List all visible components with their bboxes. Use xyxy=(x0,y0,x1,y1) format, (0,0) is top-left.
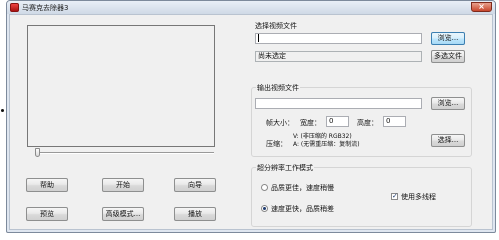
edge-dot xyxy=(1,109,4,112)
height-input[interactable]: 0 xyxy=(383,116,406,127)
compression-audio-codec: A: (无需重压缩：复制流) xyxy=(293,141,360,148)
compression-label: 压缩： xyxy=(266,140,287,148)
input-status-field: 尚未选定 xyxy=(255,51,422,62)
input-video-label: 选择视频文件 xyxy=(255,22,297,30)
multithread-checkbox[interactable]: ✓ xyxy=(391,193,398,200)
window-title: 马赛克去除器3 xyxy=(22,4,69,12)
help-button[interactable]: 帮助 xyxy=(26,178,68,192)
input-browse-button[interactable]: 浏览... xyxy=(431,32,465,45)
frame-size-label: 帧大小： xyxy=(266,119,294,127)
output-browse-button[interactable]: 浏览... xyxy=(431,97,465,110)
width-input[interactable]: 0 xyxy=(326,116,349,127)
title-bar[interactable]: 马赛克去除器3 × xyxy=(7,1,495,14)
app-icon xyxy=(10,3,19,12)
quality-priority-label: 品质更佳，速度稍慢 xyxy=(271,184,334,192)
video-preview-panel xyxy=(27,25,215,147)
speed-priority-label: 速度更快，品质稍差 xyxy=(271,205,334,213)
seek-slider-thumb[interactable] xyxy=(35,148,40,157)
close-button[interactable]: × xyxy=(471,2,492,12)
compression-select-button[interactable]: 选择... xyxy=(431,134,465,147)
play-button[interactable]: 播放 xyxy=(174,207,216,221)
input-video-path-field[interactable] xyxy=(255,33,422,44)
width-label: 宽度： xyxy=(300,119,321,127)
super-resolution-group: 超分辨率工作模式 xyxy=(251,163,472,227)
height-label: 高度： xyxy=(357,119,378,127)
start-button[interactable]: 开始 xyxy=(102,178,144,192)
super-resolution-label: 超分辨率工作模式 xyxy=(256,163,314,173)
multi-select-files-button[interactable]: 多选文件 xyxy=(431,50,465,63)
text-caret xyxy=(258,34,259,42)
preview-button[interactable]: 预览 xyxy=(26,207,68,221)
output-video-path-field[interactable] xyxy=(255,98,422,109)
advanced-mode-button[interactable]: 高级模式... xyxy=(102,207,144,221)
speed-priority-radio[interactable] xyxy=(261,205,268,212)
wizard-button[interactable]: 向导 xyxy=(174,178,216,192)
multithread-label: 使用多线程 xyxy=(401,193,436,201)
quality-priority-radio[interactable] xyxy=(261,184,268,191)
output-video-label: 输出视频文件 xyxy=(256,83,300,93)
app-window: 马赛克去除器3 × 帮助 开始 向导 预览 高级模式... 播放 选择视频文件 … xyxy=(6,0,496,233)
client-area: 帮助 开始 向导 预览 高级模式... 播放 选择视频文件 浏览... 尚未选定… xyxy=(9,14,493,230)
seek-slider-track[interactable] xyxy=(35,152,214,154)
